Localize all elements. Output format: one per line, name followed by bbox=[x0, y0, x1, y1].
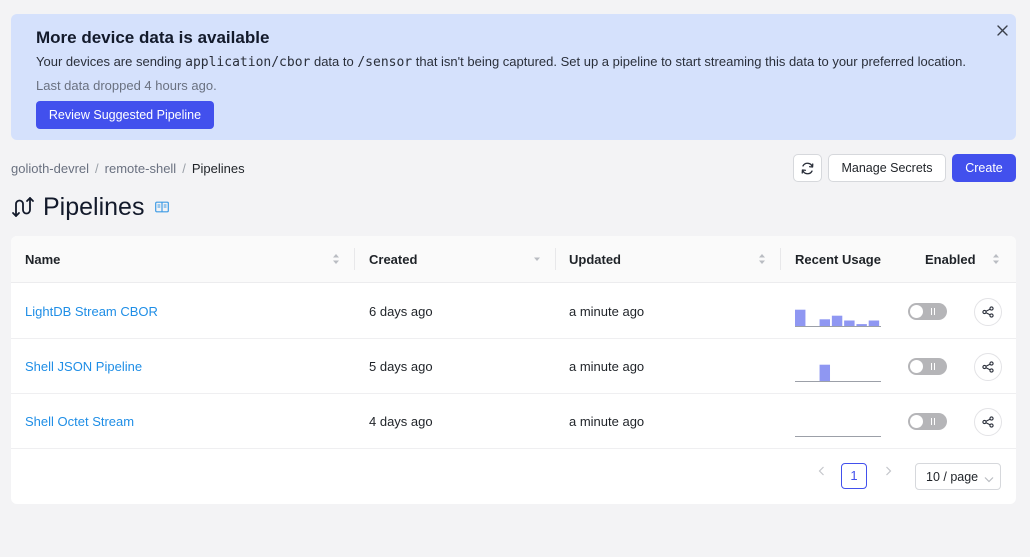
breadcrumb-item-current: Pipelines bbox=[191, 161, 245, 176]
created-cell: 4 days ago bbox=[369, 414, 433, 429]
page-title: Pipelines bbox=[43, 192, 145, 221]
usage-bar bbox=[795, 309, 806, 327]
banner-body-suffix: that isn't being captured. Set up a pipe… bbox=[412, 54, 966, 69]
sort-icon[interactable] bbox=[758, 252, 766, 266]
toggle-knob bbox=[910, 360, 923, 373]
chevron-right-icon bbox=[885, 466, 892, 476]
breadcrumb-item-project[interactable]: remote-shell bbox=[105, 161, 177, 176]
breadcrumb-separator: / bbox=[95, 161, 99, 176]
chevron-down-icon bbox=[984, 472, 994, 486]
enabled-toggle[interactable] bbox=[908, 358, 947, 375]
pagination-page[interactable]: 1 bbox=[841, 463, 867, 489]
page-header: Pipelines bbox=[11, 192, 170, 222]
data-available-banner: More device data is available Your devic… bbox=[11, 14, 1016, 140]
enabled-toggle[interactable] bbox=[908, 303, 947, 320]
manage-secrets-button[interactable]: Manage Secrets bbox=[828, 154, 946, 182]
usage-bar bbox=[819, 364, 831, 382]
share-button[interactable] bbox=[974, 298, 1002, 326]
column-divider bbox=[780, 248, 781, 270]
column-header-updated[interactable]: Updated bbox=[569, 252, 621, 267]
column-header-created[interactable]: Created bbox=[369, 252, 417, 267]
toggle-off-icon bbox=[931, 308, 935, 315]
sort-icon[interactable] bbox=[332, 252, 340, 266]
toggle-off-icon bbox=[931, 363, 935, 370]
page-size-select[interactable]: 10 / page bbox=[915, 463, 1001, 490]
banner-title: More device data is available bbox=[36, 28, 270, 47]
table-row: Shell JSON Pipeline 5 days ago a minute … bbox=[11, 339, 1016, 394]
enabled-toggle[interactable] bbox=[908, 413, 947, 430]
banner-path: /sensor bbox=[357, 55, 413, 70]
usage-bar bbox=[819, 319, 831, 327]
column-header-recent-usage: Recent Usage bbox=[795, 252, 881, 267]
pipelines-table: Name Created Updated Recent Usage Enable… bbox=[11, 236, 1016, 504]
breadcrumb-item-org[interactable]: golioth-devrel bbox=[11, 161, 89, 176]
review-suggested-pipeline-button[interactable]: Review Suggested Pipeline bbox=[36, 101, 214, 129]
book-icon[interactable] bbox=[155, 201, 170, 213]
pagination-prev[interactable] bbox=[814, 464, 828, 478]
pipeline-name-link[interactable]: LightDB Stream CBOR bbox=[25, 304, 158, 319]
column-divider bbox=[354, 248, 355, 270]
sort-desc-icon[interactable] bbox=[533, 252, 541, 266]
table-row: LightDB Stream CBOR 6 days ago a minute … bbox=[11, 284, 1016, 339]
updated-cell: a minute ago bbox=[569, 304, 645, 319]
close-icon[interactable] bbox=[994, 22, 1010, 38]
recent-usage-sparkline bbox=[795, 436, 881, 437]
created-cell: 5 days ago bbox=[369, 359, 433, 374]
usage-bar bbox=[844, 320, 855, 327]
refresh-icon bbox=[800, 161, 815, 176]
pipeline-name-link[interactable]: Shell JSON Pipeline bbox=[25, 359, 142, 374]
banner-last-dropped: Last data dropped 4 hours ago. bbox=[36, 78, 217, 93]
banner-content-type: application/cbor bbox=[185, 55, 311, 70]
updated-cell: a minute ago bbox=[569, 414, 645, 429]
usage-bar bbox=[868, 320, 880, 327]
usage-bar bbox=[831, 315, 843, 327]
banner-body-prefix: Your devices are sending bbox=[36, 54, 186, 69]
recent-usage-sparkline bbox=[795, 309, 881, 327]
share-button[interactable] bbox=[974, 353, 1002, 381]
table-row: Shell Octet Stream 4 days ago a minute a… bbox=[11, 394, 1016, 449]
pipelines-icon bbox=[11, 195, 35, 219]
toggle-knob bbox=[910, 415, 923, 428]
create-button[interactable]: Create bbox=[952, 154, 1016, 182]
page-size-value: 10 / page bbox=[926, 470, 979, 484]
column-header-enabled[interactable]: Enabled bbox=[925, 252, 976, 267]
breadcrumb-separator: / bbox=[182, 161, 186, 176]
sort-icon[interactable] bbox=[992, 252, 1000, 266]
refresh-button[interactable] bbox=[793, 154, 822, 182]
pagination-next[interactable] bbox=[881, 464, 895, 478]
created-cell: 6 days ago bbox=[369, 304, 433, 319]
toggle-off-icon bbox=[931, 418, 935, 425]
share-icon bbox=[982, 361, 994, 373]
updated-cell: a minute ago bbox=[569, 359, 645, 374]
table-header: Name Created Updated Recent Usage Enable… bbox=[11, 236, 1016, 283]
column-divider bbox=[555, 248, 556, 270]
pipeline-name-link[interactable]: Shell Octet Stream bbox=[25, 414, 134, 429]
banner-body-middle: data to bbox=[310, 54, 358, 69]
share-icon bbox=[982, 306, 994, 318]
recent-usage-sparkline bbox=[795, 364, 881, 382]
share-icon bbox=[982, 416, 994, 428]
toggle-knob bbox=[910, 305, 923, 318]
banner-body: Your devices are sending application/cbo… bbox=[36, 54, 966, 70]
chevron-left-icon bbox=[818, 466, 825, 476]
column-header-name[interactable]: Name bbox=[25, 252, 60, 267]
breadcrumb: golioth-devrel / remote-shell / Pipelines bbox=[11, 161, 245, 176]
share-button[interactable] bbox=[974, 408, 1002, 436]
